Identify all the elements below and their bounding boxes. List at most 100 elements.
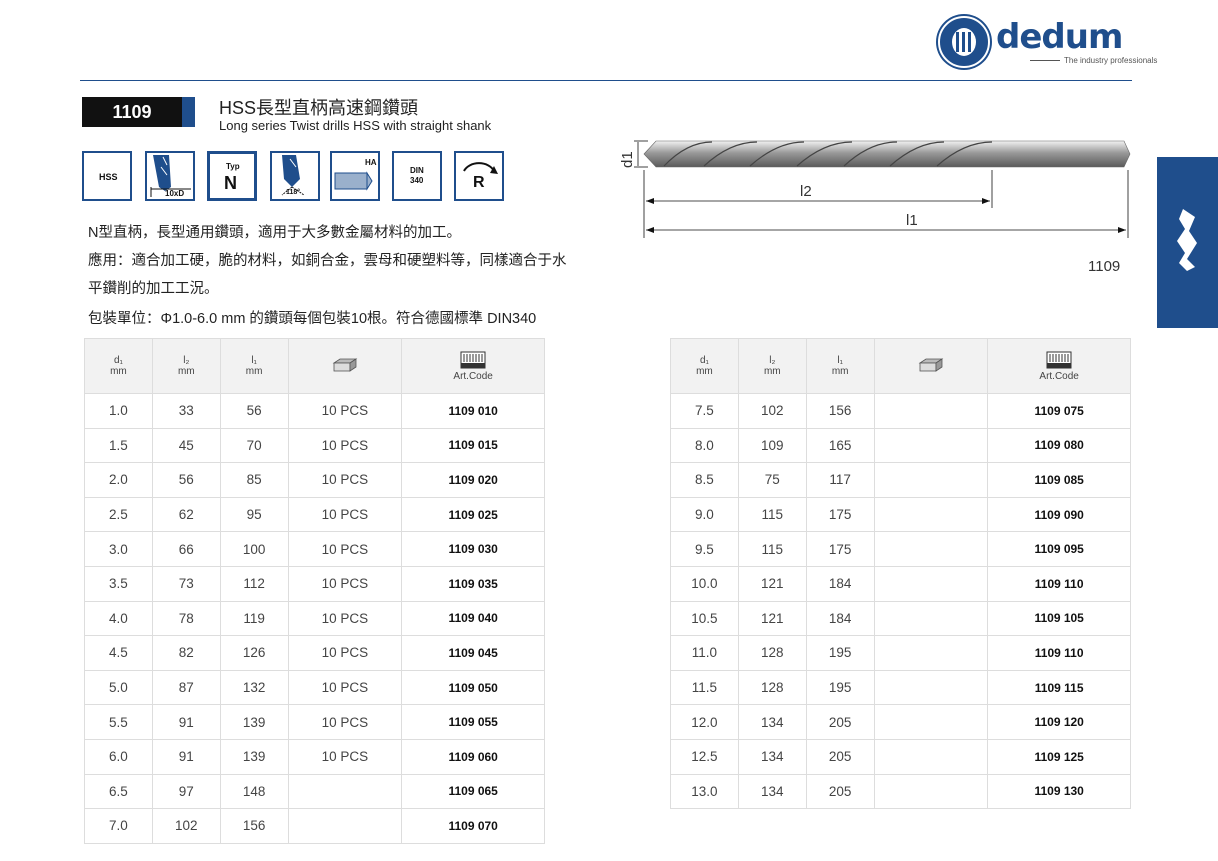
table-row: 5.0 87 132 10 PCS 1109 050 — [84, 669, 545, 706]
cell-l2: 128 — [737, 669, 807, 706]
point-angle-icon: 118° — [270, 151, 320, 201]
cell-d1: 9.5 — [670, 531, 739, 567]
cell-l2: 97 — [151, 773, 221, 810]
cell-art-code: 1109 120 — [987, 704, 1131, 740]
description-line-1: N型直柄，長型通用鑽頭，適用于大多數金屬材料的加工。 — [88, 225, 461, 241]
cell-l1: 184 — [805, 600, 875, 637]
cell-art-code: 1109 085 — [987, 462, 1131, 498]
cell-art-code: 1109 035 — [401, 565, 545, 602]
cell-l1: 117 — [805, 462, 875, 498]
cell-d1: 6.0 — [84, 738, 153, 775]
table-row: 1.5 45 70 10 PCS 1109 015 — [84, 427, 545, 464]
cell-d1: 2.0 — [84, 462, 153, 498]
table-row: 4.5 82 126 10 PCS 1109 045 — [84, 635, 545, 671]
cell-l1: 85 — [219, 462, 289, 498]
cell-d1: 12.5 — [670, 738, 739, 775]
cell-pack: 10 PCS — [287, 635, 403, 671]
table-row: 12.5 134 205 1109 125 — [670, 738, 1131, 775]
din340-icon: DIN 340 — [392, 151, 442, 201]
cell-l1: 56 — [219, 393, 289, 429]
cell-l1: 126 — [219, 635, 289, 671]
table-row: 6.0 91 139 10 PCS 1109 060 — [84, 738, 545, 775]
cell-d1: 10.5 — [670, 600, 739, 637]
cell-pack — [873, 393, 989, 429]
table-row: 4.0 78 119 10 PCS 1109 040 — [84, 600, 545, 637]
cell-l1: 175 — [805, 496, 875, 533]
l1-label: l1 — [906, 212, 918, 229]
cell-d1: 4.0 — [84, 600, 153, 637]
cell-l1: 156 — [805, 393, 875, 429]
cell-l1: 112 — [219, 565, 289, 602]
cell-d1: 10.0 — [670, 565, 739, 602]
cell-art-code: 1109 115 — [987, 669, 1131, 706]
cell-pack: 10 PCS — [287, 393, 403, 429]
description-line-2: 應用：適合加工硬，脆的材料，如銅合金，雲母和硬塑料等，同樣適合于水 — [88, 253, 567, 269]
cell-d1: 3.0 — [84, 531, 153, 567]
table-row: 5.5 91 139 10 PCS 1109 055 — [84, 704, 545, 740]
product-code: 1109 — [112, 102, 152, 122]
cell-l2: 75 — [737, 462, 807, 498]
table-row: 7.0 102 156 1109 070 — [84, 808, 545, 844]
cell-l1: 205 — [805, 704, 875, 740]
cell-l2: 102 — [151, 808, 221, 844]
cell-art-code: 1109 090 — [987, 496, 1131, 533]
cell-l2: 62 — [151, 496, 221, 533]
cell-art-code: 1109 050 — [401, 669, 545, 706]
table-row: 3.5 73 112 10 PCS 1109 035 — [84, 565, 545, 602]
cell-d1: 7.5 — [670, 393, 739, 429]
cell-art-code: 1109 080 — [987, 427, 1131, 464]
cell-l1: 195 — [805, 635, 875, 671]
table-row: 3.0 66 100 10 PCS 1109 030 — [84, 531, 545, 567]
package-icon — [332, 358, 358, 372]
table-row: 11.0 128 195 1109 110 — [670, 635, 1131, 671]
cell-d1: 7.0 — [84, 808, 153, 844]
header-package — [873, 338, 989, 394]
cell-l1: 148 — [219, 773, 289, 810]
cell-d1: 1.0 — [84, 393, 153, 429]
product-code-badge: 1109 — [82, 97, 195, 127]
category-side-tab — [1157, 157, 1218, 328]
cell-l2: 91 — [151, 704, 221, 740]
cell-l2: 56 — [151, 462, 221, 498]
cell-pack: 10 PCS — [287, 738, 403, 775]
cell-l2: 134 — [737, 773, 807, 810]
cell-pack: 10 PCS — [287, 704, 403, 740]
shank-ha-icon: HA — [330, 151, 380, 201]
table-row: 8.0 109 165 1109 080 — [670, 427, 1131, 464]
length-10xd-icon: 10xD — [145, 151, 195, 201]
cell-l1: 205 — [805, 738, 875, 775]
cell-l2: 33 — [151, 393, 221, 429]
cell-l1: 156 — [219, 808, 289, 844]
cell-d1: 4.5 — [84, 635, 153, 671]
cell-d1: 5.5 — [84, 704, 153, 740]
table-row: 13.0 134 205 1109 130 — [670, 773, 1131, 810]
cell-pack: 10 PCS — [287, 565, 403, 602]
brand-tagline: The industry professionals — [1030, 56, 1157, 65]
cell-art-code: 1109 010 — [401, 393, 545, 429]
cell-d1: 5.0 — [84, 669, 153, 706]
header-l2: l₂ mm — [151, 338, 221, 394]
cell-pack — [287, 773, 403, 810]
cell-l1: 95 — [219, 496, 289, 533]
cell-d1: 3.5 — [84, 565, 153, 602]
cell-art-code: 1109 015 — [401, 427, 545, 464]
cell-pack — [873, 704, 989, 740]
cell-l2: 91 — [151, 738, 221, 775]
cell-l2: 45 — [151, 427, 221, 464]
cell-art-code: 1109 025 — [401, 496, 545, 533]
drill-diagram: d1 l2 l1 — [619, 140, 1131, 238]
cell-art-code: 1109 040 — [401, 600, 545, 637]
logo-mark-icon — [938, 16, 990, 68]
header-package — [287, 338, 403, 394]
package-icon — [918, 358, 944, 372]
barcode-icon — [460, 351, 486, 368]
table-row: 11.5 128 195 1109 115 — [670, 669, 1131, 706]
cell-d1: 13.0 — [670, 773, 739, 810]
cell-l1: 100 — [219, 531, 289, 567]
cell-l1: 165 — [805, 427, 875, 464]
cell-art-code: 1109 095 — [987, 531, 1131, 567]
cell-art-code: 1109 125 — [987, 738, 1131, 775]
table-row: 8.5 75 117 1109 085 — [670, 462, 1131, 498]
cell-d1: 2.5 — [84, 496, 153, 533]
drill-bit-icon — [1177, 209, 1197, 271]
